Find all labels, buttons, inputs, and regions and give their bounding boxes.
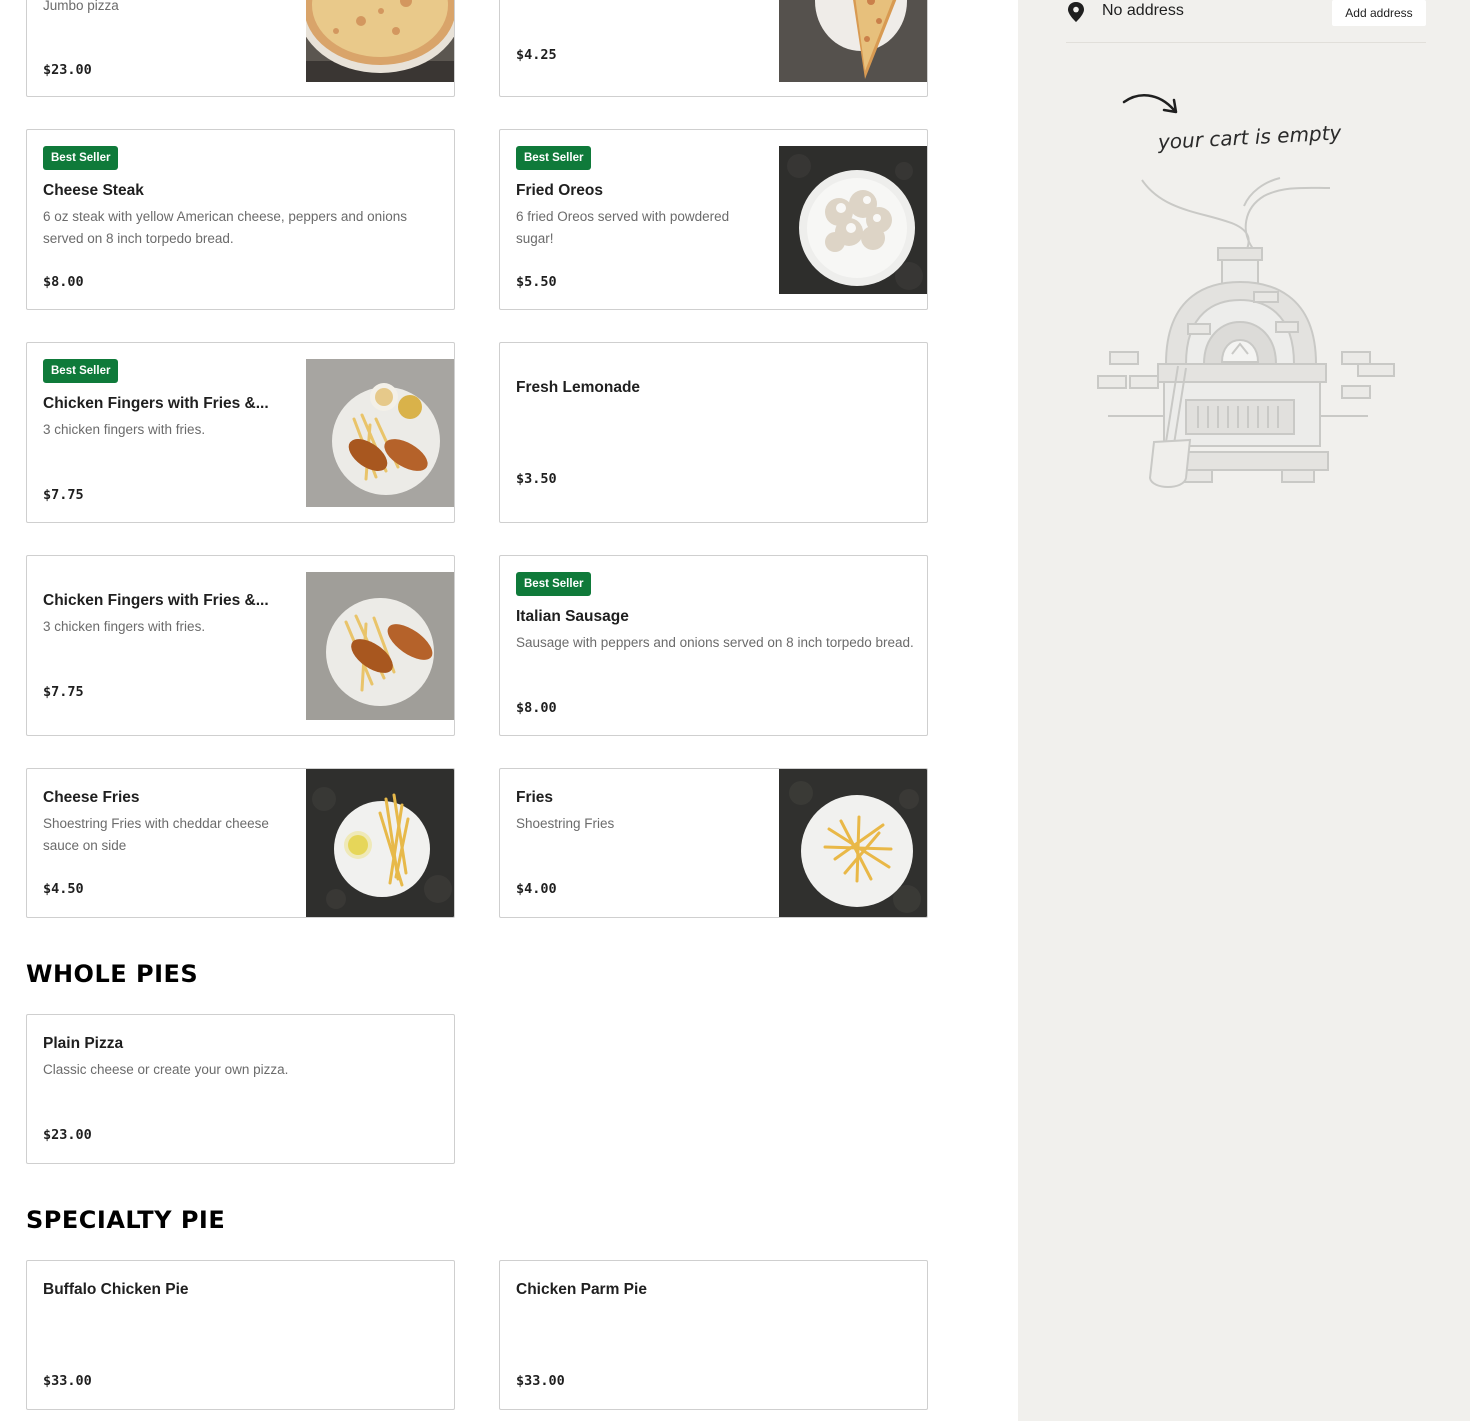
section-title-whole-pies: WHOLE PIES — [26, 960, 199, 988]
item-price: $23.00 — [43, 1127, 92, 1143]
menu-item-card[interactable]: $4.25 — [499, 0, 928, 97]
item-name: Cheese Fries — [43, 789, 140, 806]
best-seller-badge: Best Seller — [516, 572, 592, 596]
item-price: $4.50 — [43, 881, 84, 897]
pizza-oven-illustration — [1094, 172, 1404, 498]
item-description: 6 fried Oreos served with powdered sugar… — [516, 209, 730, 246]
fried-oreos-photo — [779, 146, 927, 294]
item-description: Classic cheese or create your own pizza. — [43, 1062, 289, 1077]
curved-arrow-icon — [1120, 90, 1184, 126]
menu-item-card[interactable]: Fries Shoestring Fries $4.00 — [499, 768, 928, 918]
item-name: Chicken Fingers with Fries &... — [43, 395, 269, 412]
item-description: 3 chicken fingers with fries. — [43, 422, 206, 437]
cheese-fries-photo — [306, 769, 454, 917]
menu-item-card[interactable]: Chicken Parm Pie $33.00 — [499, 1260, 928, 1410]
best-seller-badge: Best Seller — [43, 359, 119, 383]
address-text: No address — [1102, 2, 1184, 19]
item-name: Plain Pizza — [43, 1035, 124, 1052]
chicken-fingers-photo — [306, 359, 454, 507]
item-name: Fresh Lemonade — [516, 379, 641, 396]
item-price: $4.25 — [516, 47, 557, 63]
menu-item-card[interactable]: Jumbo pizza $23.00 — [26, 0, 455, 97]
item-price: $3.50 — [516, 471, 557, 487]
menu-item-card[interactable]: Plain Pizza Classic cheese or create you… — [26, 1014, 455, 1164]
add-address-button[interactable]: Add address — [1332, 0, 1426, 26]
item-name: Chicken Parm Pie — [516, 1281, 647, 1298]
location-pin-icon — [1066, 1, 1086, 27]
menu-item-card[interactable]: Fresh Lemonade $3.50 — [499, 342, 928, 523]
cart-sidebar: No address Add address your cart is empt… — [1018, 0, 1470, 1421]
item-price: $5.50 — [516, 274, 557, 290]
menu-item-card[interactable]: Best Seller Cheese Steak 6 oz steak with… — [26, 129, 455, 310]
menu-item-card[interactable]: Best Seller Chicken Fingers with Fries &… — [26, 342, 455, 523]
item-description: Sausage with peppers and onions served o… — [516, 635, 914, 650]
menu-item-card[interactable]: Best Seller Fried Oreos 6 fried Oreos se… — [499, 129, 928, 310]
item-price: $7.75 — [43, 487, 84, 503]
best-seller-badge: Best Seller — [43, 146, 119, 170]
item-name: Cheese Steak — [43, 182, 144, 199]
menu-item-card[interactable]: Best Seller Italian Sausage Sausage with… — [499, 555, 928, 736]
item-description: 6 oz steak with yellow American cheese, … — [43, 209, 407, 246]
menu-item-card[interactable]: Chicken Fingers with Fries &... 3 chicke… — [26, 555, 455, 736]
item-name: Fried Oreos — [516, 182, 603, 199]
item-description: 3 chicken fingers with fries. — [43, 619, 206, 634]
item-name: Italian Sausage — [516, 608, 629, 625]
item-description: Shoestring Fries — [516, 816, 615, 831]
item-description: Jumbo pizza — [43, 0, 119, 13]
section-title-specialty-pie: SPECIALTY PIE — [26, 1206, 226, 1234]
chicken-fingers-photo — [306, 572, 454, 720]
item-price: $8.00 — [43, 274, 84, 290]
fries-photo — [779, 769, 927, 917]
item-price: $4.00 — [516, 881, 557, 897]
item-price: $23.00 — [43, 62, 92, 78]
menu-item-card[interactable]: Cheese Fries Shoestring Fries with chedd… — [26, 768, 455, 918]
address-row: No address Add address — [1066, 0, 1426, 43]
item-name: Chicken Fingers with Fries &... — [43, 592, 269, 609]
item-price: $8.00 — [516, 700, 557, 716]
item-price: $33.00 — [43, 1373, 92, 1389]
cart-empty-text: your cart is empty — [1157, 120, 1342, 154]
pizza-whole-photo — [306, 0, 454, 82]
item-description: Shoestring Fries with cheddar cheese sau… — [43, 816, 269, 853]
menu-item-card[interactable]: Buffalo Chicken Pie $33.00 — [26, 1260, 455, 1410]
best-seller-badge: Best Seller — [516, 146, 592, 170]
pizza-slice-photo — [779, 0, 927, 82]
item-price: $7.75 — [43, 684, 84, 700]
item-name: Fries — [516, 789, 554, 806]
item-price: $33.00 — [516, 1373, 565, 1389]
item-name: Buffalo Chicken Pie — [43, 1281, 189, 1298]
